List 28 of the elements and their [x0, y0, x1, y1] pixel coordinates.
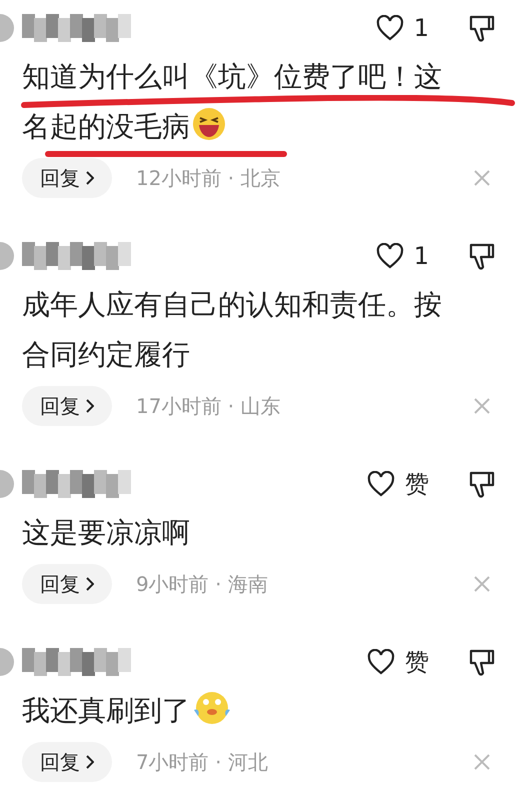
thumbs-down-icon[interactable]: [469, 241, 495, 271]
comment-text: 知道为什么叫《坑》位费了吧！这名起的没毛病: [22, 59, 443, 145]
thumbs-down-icon[interactable]: [469, 647, 495, 677]
like-count: 1: [414, 242, 429, 270]
comment-time-location: 7小时前 · 河北: [136, 748, 268, 776]
comment-time-location: 12小时前 · 北京: [136, 164, 281, 192]
thumbs-down-icon[interactable]: [469, 469, 495, 499]
comment-text: 我还真刷到了: [22, 686, 462, 736]
comment-time-location: 17小时前 · 山东: [136, 392, 281, 420]
comment-text: 成年人应有自己的认知和责任。按合同约定履行: [22, 287, 443, 373]
like-count: 1: [414, 14, 429, 42]
comment-time-location: 9小时前 · 海南: [136, 570, 268, 598]
reply-button[interactable]: 回复: [22, 386, 112, 426]
chevron-right-icon: [86, 755, 94, 769]
chevron-right-icon: [86, 399, 94, 413]
comment-text: 这是要凉凉啊: [22, 515, 191, 551]
heart-icon[interactable]: [367, 649, 395, 675]
chevron-right-icon: [86, 171, 94, 185]
like-count: 赞: [405, 647, 429, 678]
like-count: 赞: [405, 469, 429, 500]
chevron-right-icon: [86, 577, 94, 591]
heart-icon[interactable]: [376, 243, 404, 269]
reply-button[interactable]: 回复: [22, 564, 112, 604]
reply-button[interactable]: 回复: [22, 158, 112, 198]
heart-icon[interactable]: [376, 15, 404, 41]
thumbs-down-icon[interactable]: [469, 13, 495, 43]
heart-icon[interactable]: [367, 471, 395, 497]
reply-button[interactable]: 回复: [22, 742, 112, 782]
